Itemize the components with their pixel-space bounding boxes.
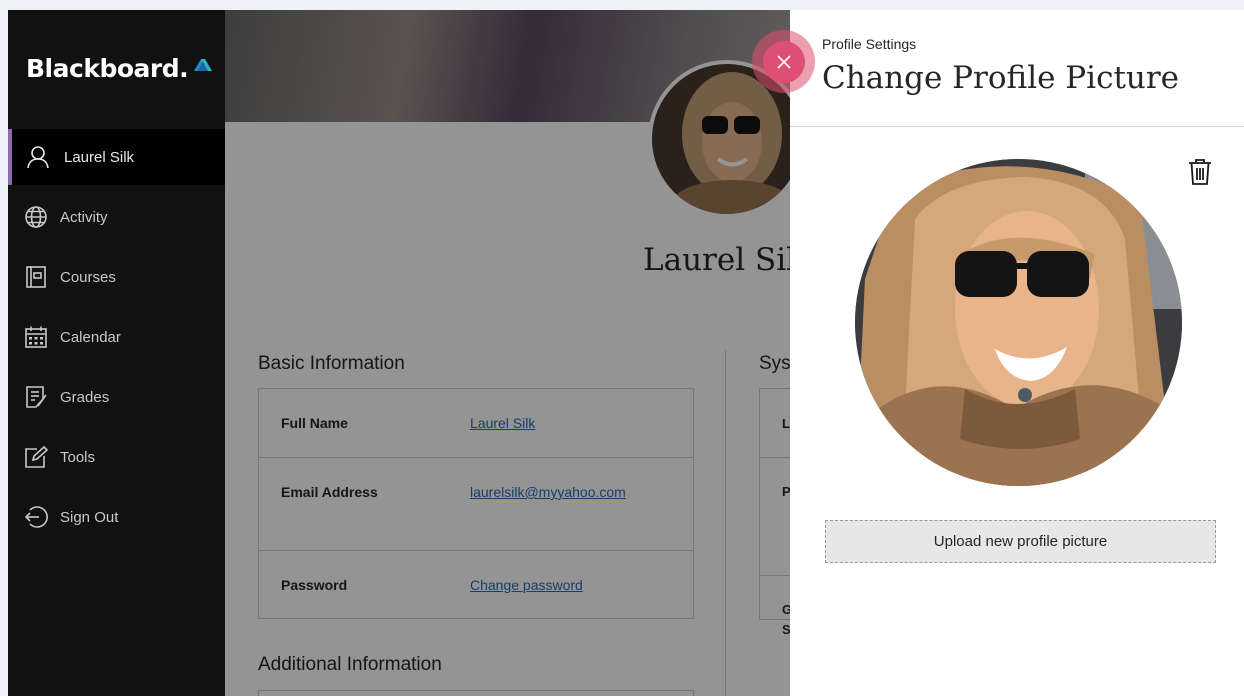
sidebar-item-tools[interactable]: Tools [8,429,225,485]
brand-name: Blackboard [26,54,180,83]
close-icon [776,54,791,69]
sidebar: Blackboard. Laurel Silk Activity Courses… [8,10,225,696]
sidebar-item-label: Activity [60,208,108,226]
sidebar-item-label: Laurel Silk [64,148,135,166]
trash-icon [1189,159,1211,185]
divider [790,126,1244,127]
sidebar-item-sign-out[interactable]: Sign Out [8,489,225,545]
profile-picture-preview [855,159,1182,486]
sidebar-item-label: Calendar [60,328,121,346]
close-panel-button[interactable] [752,30,815,93]
courses-icon [24,265,48,289]
sidebar-item-grades[interactable]: Grades [8,369,225,425]
calendar-icon [24,325,48,349]
delete-picture-button[interactable] [1188,158,1212,186]
brand-logo[interactable]: Blackboard. [26,54,189,83]
user-icon [26,145,50,169]
sidebar-item-label: Tools [60,448,96,466]
sidebar-item-label: Sign Out [60,508,119,526]
sidebar-item-label: Courses [60,268,116,286]
sidebar-item-activity[interactable]: Activity [8,189,225,245]
sidebar-item-label: Grades [60,388,110,406]
change-picture-panel: Profile Settings Change Profile Picture [790,10,1244,696]
sidebar-item-calendar[interactable]: Calendar [8,309,225,365]
panel-title: Change Profile Picture [822,60,1180,96]
sidebar-item-courses[interactable]: Courses [8,249,225,305]
tools-icon [24,445,48,469]
grades-icon [24,385,48,409]
sidebar-item-profile[interactable]: Laurel Silk [8,129,225,185]
panel-breadcrumb: Profile Settings [822,36,917,52]
brand-mark-icon [194,59,212,71]
close-button-inner [762,40,805,83]
upload-picture-button[interactable]: Upload new profile picture [825,520,1216,563]
sign-out-icon [24,505,48,529]
globe-icon [24,205,48,229]
